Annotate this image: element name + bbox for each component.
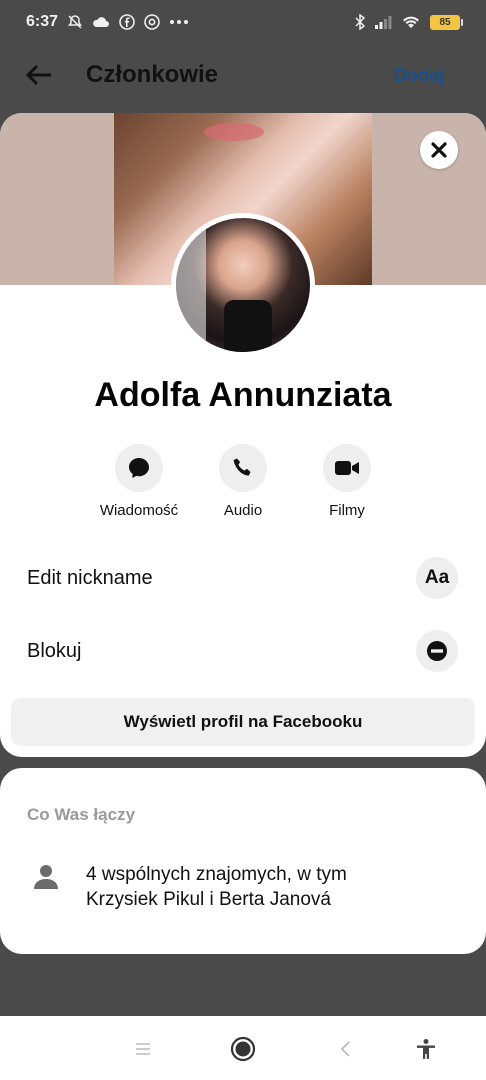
avatar-clothing — [224, 300, 272, 352]
add-button[interactable]: Dodaj — [394, 65, 444, 86]
chrome-icon — [144, 14, 160, 30]
wifi-icon — [401, 15, 421, 29]
mutual-title: Co Was łączy — [27, 805, 136, 824]
video-camera-icon — [335, 461, 359, 475]
mute-bell-icon — [67, 14, 83, 30]
audio-action[interactable]: Audio — [188, 444, 298, 519]
block-row[interactable]: Blokuj — [0, 623, 486, 679]
close-button[interactable] — [420, 131, 458, 169]
block-label: Blokuj — [27, 639, 82, 662]
status-left: 6:37 — [26, 13, 189, 31]
edit-nickname-row[interactable]: Edit nickname Aa — [0, 550, 486, 606]
close-icon — [431, 142, 447, 158]
message-button[interactable] — [115, 444, 163, 492]
status-bar: 6:37 85 — [0, 0, 486, 44]
profile-sheet: Adolfa Annunziata Wiadomość Audio Filmy … — [0, 113, 486, 757]
cloud-icon — [92, 15, 110, 29]
text-format-icon[interactable]: Aa — [416, 557, 458, 599]
facebook-icon — [119, 14, 135, 30]
avatar-background — [176, 218, 206, 352]
action-bar: Wiadomość Audio Filmy — [0, 444, 486, 524]
block-icon[interactable] — [416, 630, 458, 672]
video-call-button[interactable] — [323, 444, 371, 492]
view-facebook-profile-button[interactable]: Wyświetl profil na Facebooku — [11, 698, 475, 746]
cover-detail — [204, 123, 264, 141]
accessibility-icon[interactable] — [411, 1034, 441, 1064]
message-bubble-icon — [129, 458, 149, 478]
status-right: 85 — [355, 14, 463, 30]
edit-nickname-label: Edit nickname — [27, 566, 153, 589]
menu-icon[interactable] — [128, 1034, 158, 1064]
mutual-friends-text: 4 wspólnych znajomych, w tym Krzysiek Pi… — [86, 864, 347, 910]
more-dots-icon — [169, 19, 189, 25]
arrow-left-icon — [25, 64, 51, 86]
avatar[interactable] — [171, 213, 315, 357]
video-action[interactable]: Filmy — [292, 444, 402, 519]
back-button[interactable] — [22, 58, 56, 92]
profile-name: Adolfa Annunziata — [94, 376, 392, 414]
message-label: Wiadomość — [99, 502, 179, 519]
signal-icon — [374, 15, 392, 29]
battery-icon: 85 — [430, 14, 463, 30]
message-action[interactable]: Wiadomość — [84, 444, 194, 519]
home-circle-icon[interactable] — [228, 1034, 258, 1064]
audio-label: Audio — [223, 502, 263, 519]
status-time: 6:37 — [26, 13, 59, 30]
system-nav-bar — [0, 1016, 486, 1080]
page-title: Członkowie — [86, 61, 219, 88]
person-icon — [34, 865, 58, 889]
back-chevron-icon[interactable] — [330, 1034, 360, 1064]
mutual-friends-row[interactable]: 4 wspólnych znajomych, w tym Krzysiek Pi… — [32, 862, 416, 912]
avatar-image — [176, 218, 310, 352]
mutual-card: Co Was łączy 4 wspólnych znajomych, w ty… — [0, 768, 486, 954]
phone-icon — [233, 458, 251, 476]
video-label: Filmy — [329, 502, 365, 519]
audio-call-button[interactable] — [219, 444, 267, 492]
app-header: Członkowie Dodaj — [0, 44, 486, 106]
bluetooth-icon — [355, 14, 365, 30]
